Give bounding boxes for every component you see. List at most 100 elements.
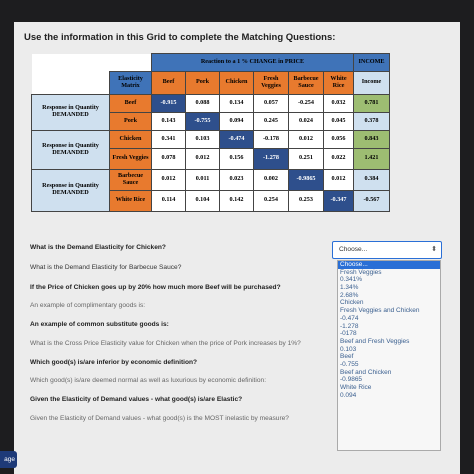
dropdown-option[interactable]: 1.34% — [338, 284, 440, 292]
income-header: INCOME — [353, 53, 390, 72]
grid-cell: -1.278 — [253, 147, 289, 170]
dropdown-option[interactable]: Fresh Veggies — [338, 269, 440, 277]
question-8: Which good(s) is/are deemed normal as we… — [30, 377, 267, 384]
grid-cell: -0.254 — [288, 93, 324, 113]
grid-cell: 0.012 — [185, 147, 220, 170]
grid-cell: -0.567 — [353, 189, 390, 212]
grid-cell: 0.023 — [219, 168, 254, 191]
question-1: What is the Demand Elasticity for Chicke… — [30, 244, 166, 251]
dropdown-option[interactable]: Fresh Veggies and Chicken — [338, 307, 440, 315]
grid-cell: 0.341 — [151, 129, 186, 149]
col-header: Barbecue Sauce — [288, 70, 324, 95]
grid-corner — [31, 71, 110, 94]
dropdown-option[interactable]: White Rice — [338, 384, 440, 392]
grid-cell: 0.104 — [185, 189, 220, 212]
grid-cell: 0.024 — [288, 111, 324, 131]
reaction-header: Reaction to a 1 % CHANGE in PRICE — [151, 53, 354, 72]
grid-cell: 1.421 — [353, 147, 390, 170]
group-label: Response in Quantity DEMANDED — [31, 129, 110, 170]
col-header: Income — [353, 70, 390, 95]
grid-cell: -0.9865 — [288, 168, 324, 191]
grid-cell: 0.045 — [323, 111, 354, 131]
dropdown-option[interactable]: Choose... — [338, 261, 440, 269]
col-header: Pork — [185, 70, 220, 95]
dropdown-option[interactable]: -0.9865 — [338, 376, 440, 384]
dropdown-option[interactable]: Beef and Fresh Veggies — [338, 338, 440, 346]
grid-cell: 0.156 — [219, 147, 254, 170]
matrix-label: Elasticity Matrix — [109, 70, 152, 95]
grid-cell: 0.011 — [185, 168, 220, 191]
elasticity-grid: Reaction to a 1 % CHANGE in PRICE INCOME… — [31, 53, 390, 212]
dropdown-option[interactable]: -0178 — [338, 330, 440, 338]
grid-cell: 0.384 — [353, 168, 390, 191]
grid-cell: 0.114 — [151, 189, 186, 212]
row-label: Pork — [109, 111, 152, 131]
row-label: Chicken — [109, 129, 152, 149]
col-header: Chicken — [219, 70, 254, 95]
grid-cell: 0.056 — [323, 129, 354, 149]
grid-cell: 0.251 — [288, 147, 324, 170]
question-2: What is the Demand Elasticity for Barbec… — [30, 264, 182, 271]
dropdown-option[interactable]: -0.474 — [338, 315, 440, 323]
grid-cell: 0.843 — [353, 129, 390, 149]
grid-cell: -0.474 — [219, 129, 254, 149]
row-label: Beef — [109, 93, 152, 113]
grid-cell: -0.347 — [323, 189, 354, 212]
grid-cell: 0.012 — [323, 168, 354, 191]
dropdown-option[interactable]: -1.278 — [338, 323, 440, 331]
grid-cell: 0.022 — [323, 147, 354, 170]
answer-select-value: Choose... — [339, 246, 368, 253]
grid-cell: 0.781 — [353, 93, 390, 113]
col-header: Beef — [151, 70, 186, 95]
instructions-heading: Use the information in this Grid to comp… — [24, 32, 336, 43]
grid-corner — [31, 53, 110, 71]
grid-cell: 0.245 — [253, 111, 289, 131]
dropdown-option[interactable]: 0.341% — [338, 276, 440, 284]
select-arrows-icon: ⬍ — [431, 246, 437, 253]
grid-cell: 0.032 — [323, 93, 354, 113]
group-label: Response in Quantity DEMANDED — [31, 93, 110, 131]
question-6: What is the Cross Price Elasticity value… — [30, 340, 301, 347]
grid-cell: 0.057 — [253, 93, 289, 113]
dropdown-option[interactable]: 0.094 — [338, 392, 440, 400]
dropdown-option[interactable]: Beef and Chicken — [338, 369, 440, 377]
dropdown-option[interactable]: -0.755 — [338, 361, 440, 369]
grid-cell: 0.253 — [288, 189, 324, 212]
page-button[interactable]: age — [0, 451, 17, 468]
grid-cell: 0.078 — [151, 147, 186, 170]
question-7: Which good(s) is/are inferior by economi… — [30, 359, 198, 366]
dropdown-option[interactable]: 0.103 — [338, 346, 440, 354]
grid-cell: -0.178 — [253, 129, 289, 149]
grid-corner — [109, 53, 152, 71]
grid-cell: 0.002 — [253, 168, 289, 191]
grid-cell: 0.134 — [219, 93, 254, 113]
question-4: An example of complimentary goods is: — [30, 302, 146, 309]
grid-cell: 0.254 — [253, 189, 289, 212]
question-10: Given the Elasticity of Demand values - … — [30, 415, 289, 422]
quiz-screen: Use the information in this Grid to comp… — [14, 22, 460, 474]
grid-cell: -0.755 — [185, 111, 220, 131]
grid-cell: 0.103 — [185, 129, 220, 149]
row-label: White Rice — [109, 189, 152, 212]
col-header: Fresh Veggies — [253, 70, 289, 95]
dropdown-option[interactable]: Chicken — [338, 299, 440, 307]
grid-cell: 0.012 — [288, 129, 324, 149]
dropdown-option[interactable]: 2.68% — [338, 292, 440, 300]
grid-cell: 0.094 — [219, 111, 254, 131]
grid-cell: 0.142 — [219, 189, 254, 212]
grid-cell: -0.915 — [151, 93, 186, 113]
group-label: Response in Quantity DEMANDED — [31, 168, 110, 212]
answer-select[interactable]: Choose... ⬍ — [332, 241, 442, 259]
grid-cell: 0.378 — [353, 111, 390, 131]
col-header: White Rice — [323, 70, 354, 95]
answer-dropdown-list[interactable]: Choose... Fresh Veggies 0.341% 1.34% 2.6… — [337, 260, 441, 451]
dropdown-option[interactable]: Beef — [338, 353, 440, 361]
row-label: Barbecue Sauce — [109, 168, 152, 191]
grid-cell: 0.143 — [151, 111, 186, 131]
question-5: An example of common substitute goods is… — [30, 321, 169, 328]
row-label: Fresh Veggies — [109, 147, 152, 170]
question-9: Given the Elasticity of Demand values - … — [30, 396, 243, 403]
grid-cell: 0.088 — [185, 93, 220, 113]
grid-cell: 0.012 — [151, 168, 186, 191]
question-3: If the Price of Chicken goes up by 20% h… — [30, 284, 281, 291]
